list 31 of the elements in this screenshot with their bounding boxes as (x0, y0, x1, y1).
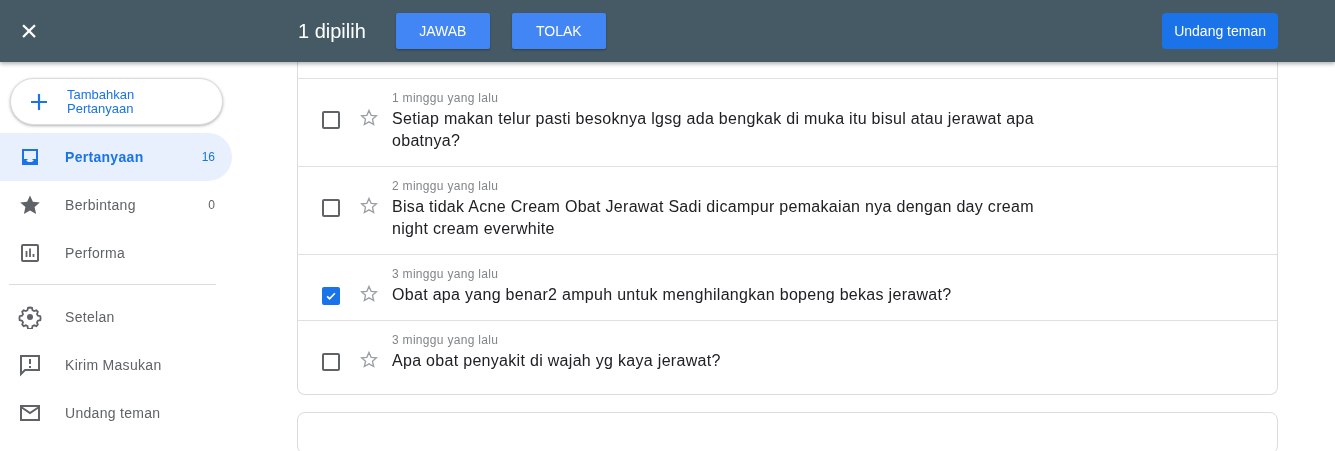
sidebar-item[interactable]: Kirim Masukan (0, 341, 232, 389)
checkbox[interactable] (322, 111, 340, 129)
question-text[interactable]: Setiap makan telur pasti besoknya lgsg ada bengkak di muka itu bisul atau jerawat apa obatnya? (392, 108, 1064, 152)
question-time: 1 minggu yang lalu (392, 91, 500, 106)
star-icon[interactable] (359, 350, 379, 370)
question-time: 3 minggu yang lalu (392, 333, 500, 348)
invite-button[interactable]: Undang teman (1162, 13, 1278, 49)
sidebar-item[interactable]: Performa (0, 229, 232, 277)
sidebar-item[interactable]: Pertanyaan 16 (0, 133, 232, 181)
add-question-button[interactable]: Tambahkan Pertanyaan (10, 78, 223, 125)
checkbox[interactable] (322, 287, 340, 305)
question-time: 2 minggu yang lalu (392, 179, 500, 194)
sidebar-item[interactable]: Setelan (0, 293, 232, 341)
action-button[interactable]: TOLAK (511, 13, 606, 49)
close-icon[interactable]: × (18, 16, 40, 46)
checkbox[interactable] (322, 353, 340, 371)
sidebar-item[interactable]: Undang teman (0, 389, 232, 437)
bar-chart-icon (18, 241, 42, 265)
question-text[interactable]: Bisa tidak Acne Cream Obat Jerawat Sadi dicampur pemakaian nya dengan day cream night cream everwhite (392, 196, 1064, 240)
checkbox[interactable] (322, 199, 340, 217)
action-button[interactable]: JAWAB (395, 13, 490, 49)
star-icon[interactable] (359, 108, 379, 128)
question-time: 3 minggu yang lalu (392, 267, 500, 282)
star-icon[interactable] (359, 284, 379, 304)
settings-icon (18, 305, 42, 329)
selection-count: 1 dipilih (298, 19, 366, 43)
question-text[interactable]: Apa obat penyakit di wajah yg kaya jerawat? (392, 350, 1064, 372)
sidebar-item[interactable]: Berbintang 0 (0, 181, 232, 229)
question-text[interactable]: Obat apa yang benar2 ampuh untuk menghilangkan bopeng bekas jerawat? (392, 284, 1064, 306)
star-icon[interactable] (359, 196, 379, 216)
feedback-icon (18, 353, 42, 377)
